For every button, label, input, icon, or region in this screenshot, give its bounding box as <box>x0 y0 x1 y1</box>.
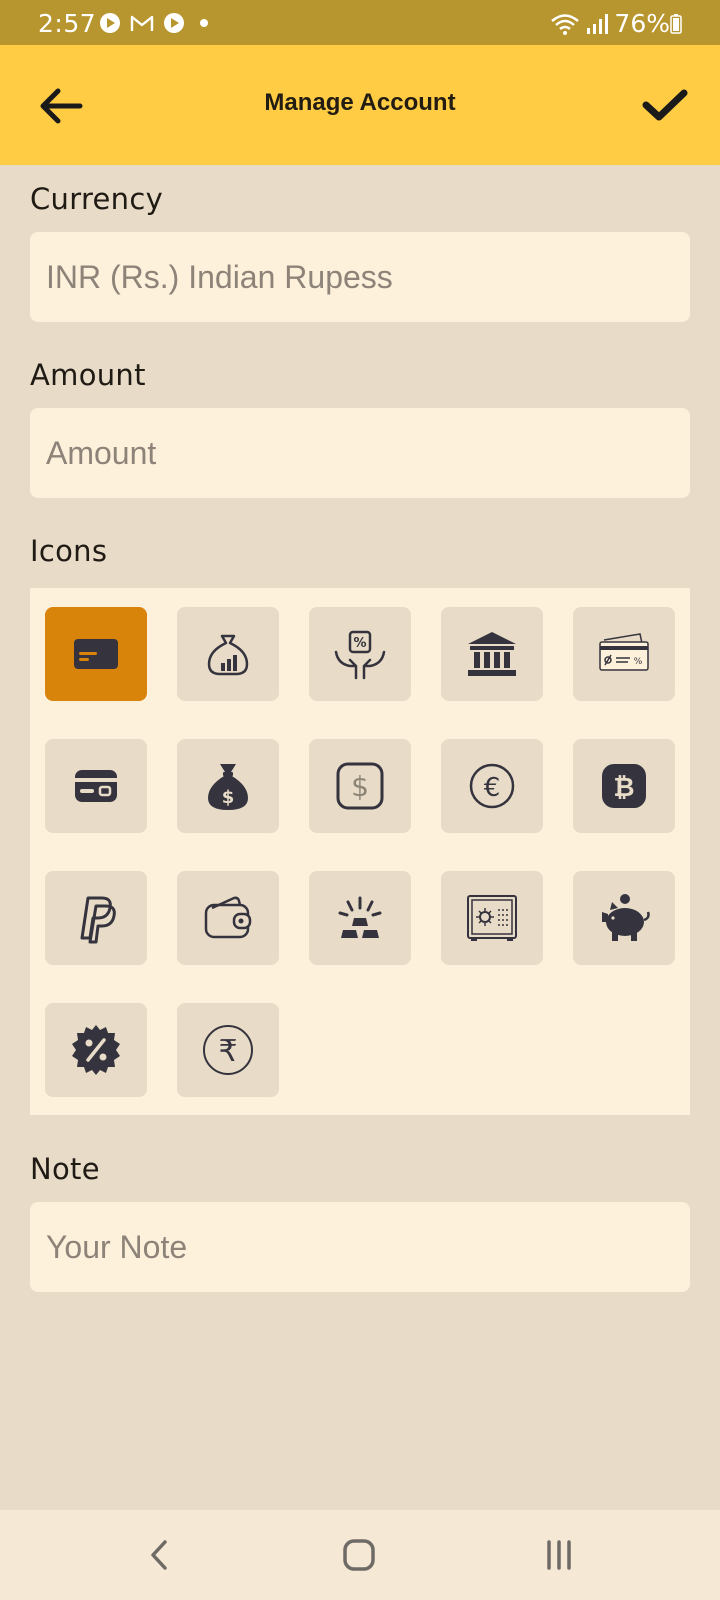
bitcoin-icon: ₿ <box>602 764 646 808</box>
money-bag-chart-icon <box>207 634 249 676</box>
icon-option-cheque[interactable]: % <box>573 607 675 701</box>
icon-option-percent-badge[interactable] <box>45 1003 147 1097</box>
icon-option-dollar-square[interactable]: $ <box>309 739 411 833</box>
icon-option-euro[interactable]: € <box>441 739 543 833</box>
battery-icon <box>670 14 682 34</box>
note-label: Note <box>30 1152 100 1186</box>
icon-option-wallet[interactable] <box>177 871 279 965</box>
gmail-icon <box>130 15 154 31</box>
checkmark-icon <box>642 89 688 121</box>
svg-text:$: $ <box>222 787 235 808</box>
icon-option-dollar-bag[interactable]: $ <box>177 739 279 833</box>
icon-option-card[interactable] <box>45 739 147 833</box>
euro-icon: € <box>469 763 515 809</box>
system-nav-bar <box>0 1510 720 1600</box>
icon-option-rupee[interactable]: ₹ <box>177 1003 279 1097</box>
confirm-button[interactable] <box>640 81 690 131</box>
battery-percent: 76% <box>614 9 670 38</box>
nav-back-icon <box>151 1540 167 1570</box>
signal-icon <box>587 13 609 34</box>
icon-option-bitcoin[interactable]: ₿ <box>573 739 675 833</box>
cheque-icon: % <box>599 633 649 671</box>
amount-field[interactable] <box>30 408 690 498</box>
page-title: Manage Account <box>264 89 456 116</box>
icon-option-paypal[interactable] <box>45 871 147 965</box>
nav-recents-icon <box>547 1540 571 1570</box>
icons-label: Icons <box>30 534 108 568</box>
svg-text:€: € <box>484 773 501 803</box>
icon-option-gold-bars[interactable] <box>309 871 411 965</box>
play-icon <box>164 13 184 33</box>
nav-home-icon <box>343 1539 375 1571</box>
svg-text:₹: ₹ <box>218 1034 237 1069</box>
bank-icon <box>468 632 516 676</box>
icon-picker: % % $ $ € ₿ ₹ <box>30 588 690 1115</box>
nav-recents-button[interactable] <box>535 1532 585 1578</box>
svg-text:%: % <box>634 657 643 667</box>
app-bar: Manage Account <box>0 45 720 165</box>
wifi-icon <box>551 13 580 35</box>
dollar-square-icon: $ <box>336 762 384 810</box>
icon-option-money-bag-chart[interactable] <box>177 607 279 701</box>
percent-badge-icon <box>72 1025 120 1075</box>
currency-label: Currency <box>30 182 164 216</box>
play-icon <box>100 13 120 33</box>
paypal-icon <box>80 896 116 944</box>
notification-icons <box>99 12 215 34</box>
icon-option-bank[interactable] <box>441 607 543 701</box>
svg-text:₿: ₿ <box>613 773 634 803</box>
nav-back-button[interactable] <box>135 1532 185 1578</box>
card-icon <box>75 770 117 802</box>
dot-icon <box>200 19 208 27</box>
rupee-icon: ₹ <box>203 1025 253 1075</box>
safe-icon <box>467 895 517 941</box>
credit-card-icon <box>74 639 118 669</box>
status-time: 2:57 <box>38 9 97 38</box>
percent-hands-icon: % <box>334 630 386 680</box>
status-bar: 2:57 76% <box>0 0 720 45</box>
icon-option-safe[interactable] <box>441 871 543 965</box>
system-status: 76% <box>550 9 670 38</box>
note-field[interactable] <box>30 1202 690 1292</box>
svg-text:%: % <box>353 636 366 651</box>
currency-field[interactable] <box>30 232 690 322</box>
gold-bars-icon <box>338 896 382 938</box>
icon-option-percent-hands[interactable]: % <box>309 607 411 701</box>
icon-option-credit-card[interactable] <box>45 607 147 701</box>
dollar-bag-icon: $ <box>208 764 248 810</box>
wallet-icon <box>204 896 252 939</box>
svg-text:$: $ <box>351 770 369 803</box>
nav-home-button[interactable] <box>335 1532 385 1578</box>
icon-option-piggy-bank[interactable] <box>573 871 675 965</box>
piggy-bank-icon <box>602 894 650 941</box>
amount-label: Amount <box>30 358 146 392</box>
